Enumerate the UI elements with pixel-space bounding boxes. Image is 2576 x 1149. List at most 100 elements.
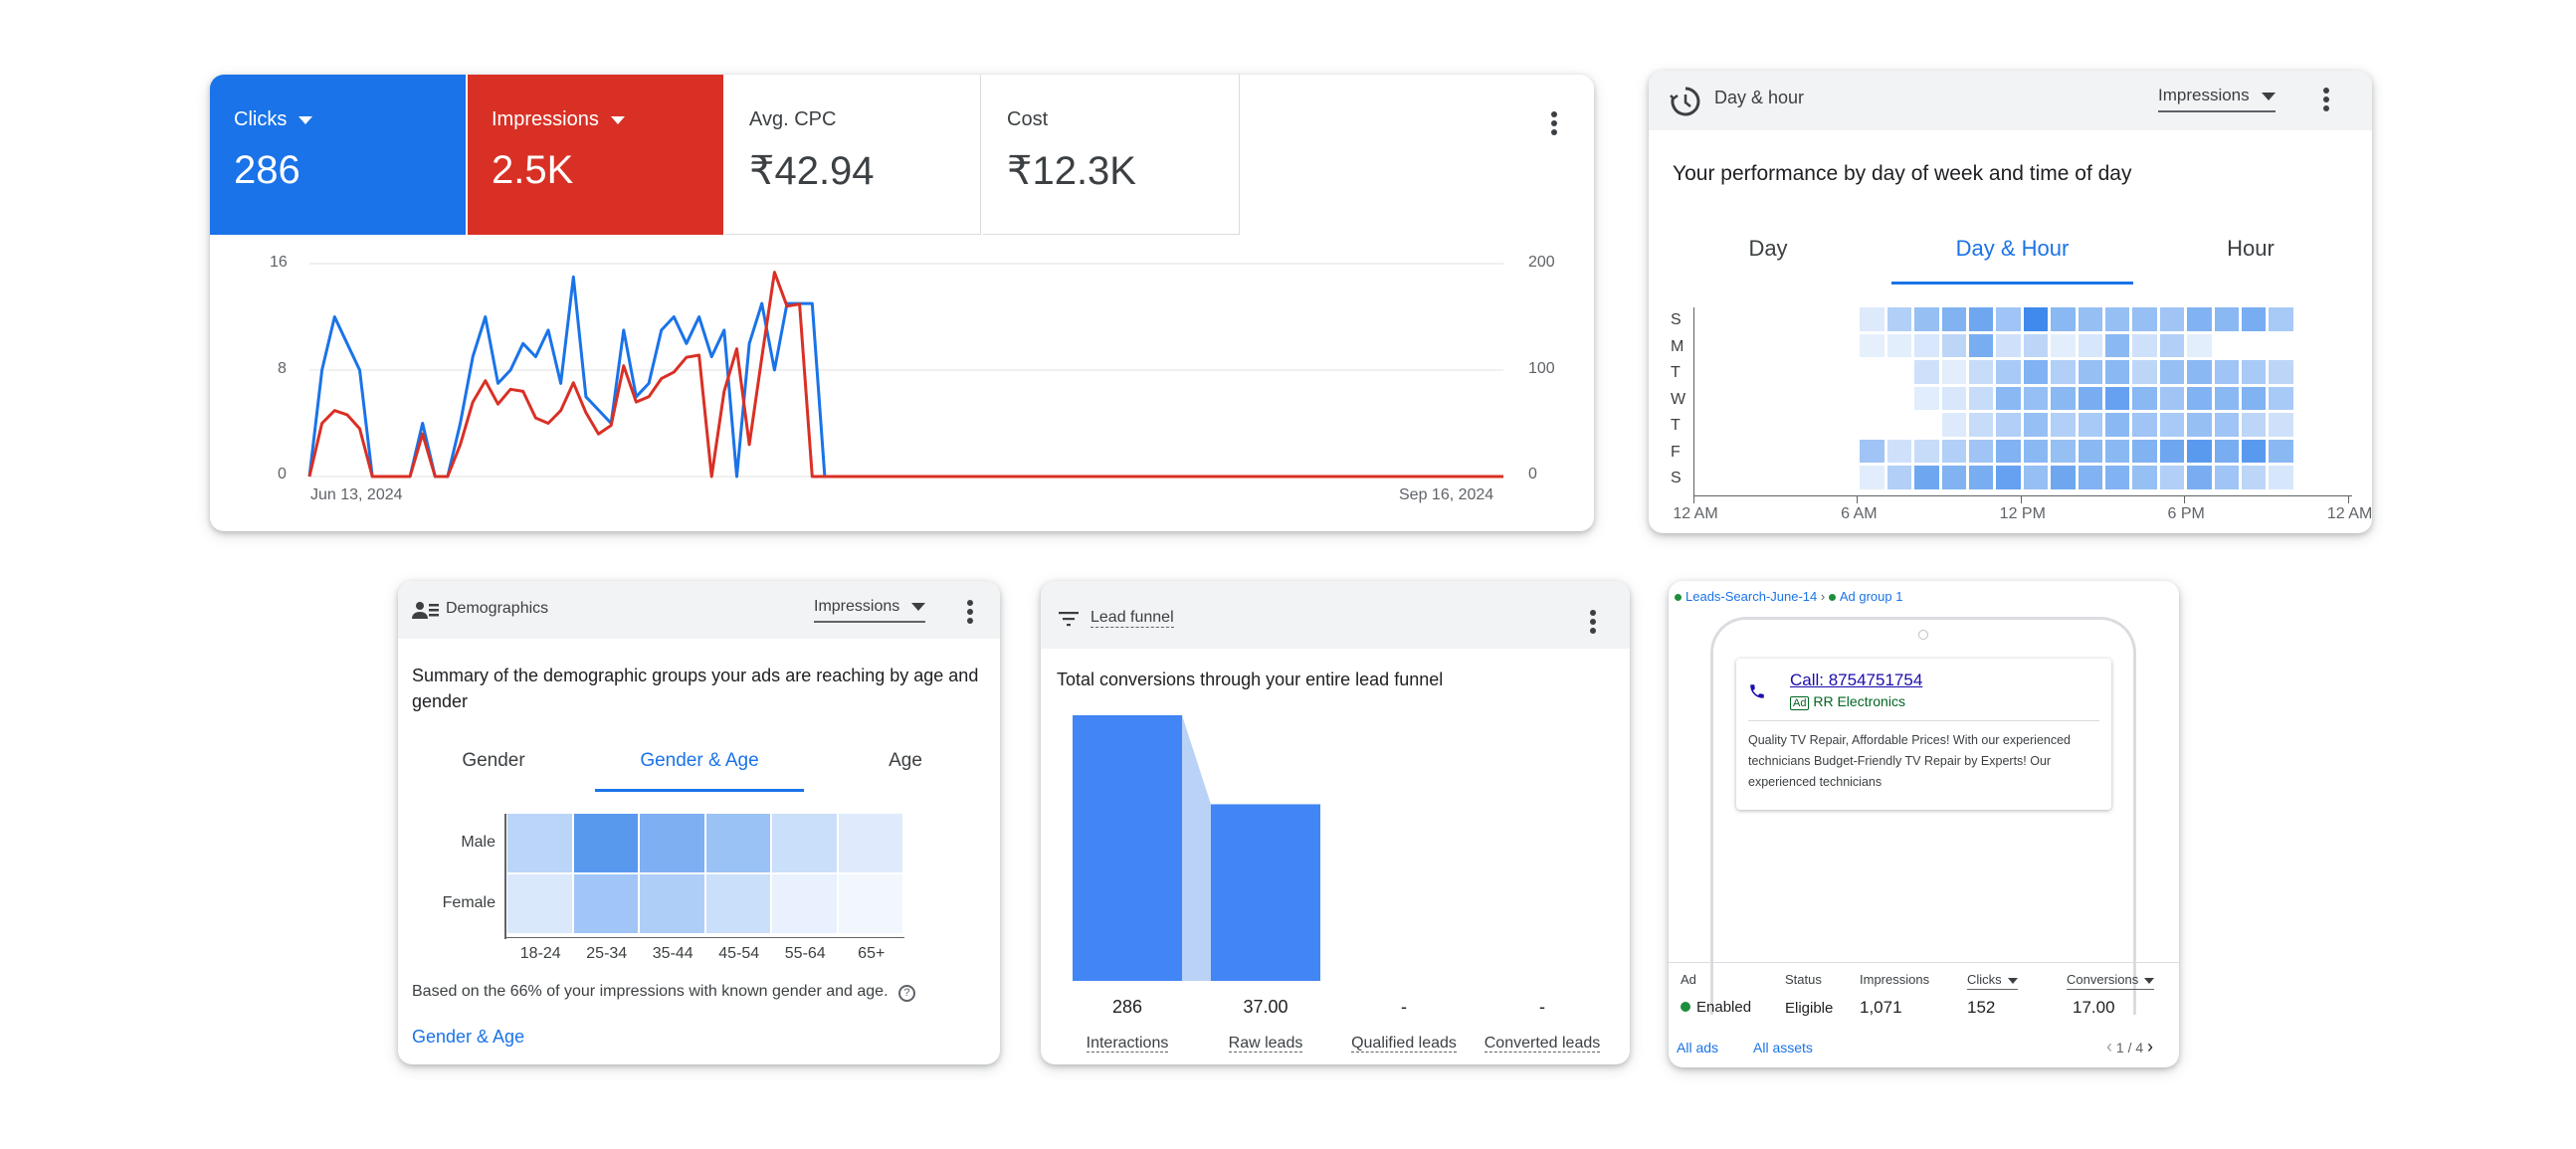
heatmap-cell[interactable]	[2187, 307, 2212, 331]
heatmap-cell[interactable]	[1996, 413, 2021, 437]
heatmap-cell[interactable]	[2132, 307, 2157, 331]
ad-status-enabled[interactable]: Enabled	[1681, 999, 1751, 1016]
heatmap-cell[interactable]	[2051, 333, 2076, 357]
heatmap-cell[interactable]	[2051, 413, 2076, 437]
heatmap-cell[interactable]	[2159, 466, 2185, 489]
funnel-stage-label[interactable]: Qualified leads	[1335, 1035, 1473, 1053]
heatmap-cell[interactable]	[2078, 413, 2102, 437]
funnel-stage-label[interactable]: Raw leads	[1197, 1035, 1334, 1053]
heatmap-cell[interactable]	[1860, 307, 1884, 331]
heatmap-cell[interactable]	[1941, 439, 1966, 463]
heatmap-cell[interactable]	[2051, 307, 2076, 331]
heatmap-cell[interactable]	[1914, 333, 1939, 357]
heatmap-cell[interactable]	[2269, 439, 2293, 463]
heatmap-cell[interactable]	[1886, 307, 1912, 331]
heatmap-cell[interactable]	[1969, 466, 1994, 489]
heatmap-cell[interactable]	[1996, 386, 2021, 410]
heatmap-cell[interactable]	[2187, 439, 2212, 463]
heatmap-cell[interactable]	[1941, 360, 1966, 384]
heatmap-cell[interactable]	[2269, 360, 2293, 384]
heatmap-cell[interactable]	[1886, 466, 1912, 489]
heatmap-cell[interactable]	[2159, 439, 2185, 463]
heatmap-cell[interactable]	[1969, 360, 1994, 384]
heatmap-cell[interactable]	[2214, 439, 2239, 463]
heatmap-cell[interactable]	[1969, 439, 1994, 463]
heatmap-cell[interactable]	[2105, 360, 2130, 384]
heatmap-cell[interactable]	[2159, 386, 2185, 410]
all-assets-link[interactable]: All assets	[1753, 1040, 1813, 1055]
help-icon[interactable]: ?	[897, 985, 915, 1002]
heatmap-cell[interactable]	[507, 874, 572, 933]
heatmap-cell[interactable]	[2132, 386, 2157, 410]
heatmap-cell[interactable]	[2105, 439, 2130, 463]
heatmap-cell[interactable]	[705, 814, 770, 872]
heatmap-cell[interactable]	[573, 874, 638, 933]
heatmap-cell[interactable]	[2023, 333, 2049, 357]
heatmap-cell[interactable]	[2159, 413, 2185, 437]
breadcrumb-ad-group[interactable]: Ad group 1	[1840, 589, 1903, 604]
heatmap-cell[interactable]	[2269, 386, 2293, 410]
heatmap-cell[interactable]	[2214, 466, 2239, 489]
heatmap-cell[interactable]	[2078, 333, 2102, 357]
heatmap-cell[interactable]	[2105, 307, 2130, 331]
heatmap-cell[interactable]	[1914, 466, 1939, 489]
heatmap-cell[interactable]	[1941, 386, 1966, 410]
heatmap-cell[interactable]	[2105, 333, 2130, 357]
heatmap-cell[interactable]	[838, 814, 902, 872]
gender-age-link[interactable]: Gender & Age	[412, 1027, 524, 1048]
funnel-bar[interactable]	[1211, 804, 1320, 981]
heatmap-cell[interactable]	[2159, 360, 2185, 384]
funnel-stage-label[interactable]: Converted leads	[1474, 1035, 1611, 1053]
heatmap-cell[interactable]	[2023, 360, 2049, 384]
heatmap-cell[interactable]	[2132, 466, 2157, 489]
breadcrumb-campaign[interactable]: Leads-Search-June-14	[1685, 589, 1817, 604]
heatmap-cell[interactable]	[2078, 386, 2102, 410]
heatmap-cell[interactable]	[2187, 360, 2212, 384]
heatmap-cell[interactable]	[2269, 466, 2293, 489]
heatmap-cell[interactable]	[1914, 386, 1939, 410]
heatmap-cell[interactable]	[2269, 307, 2293, 331]
heatmap-cell[interactable]	[507, 814, 572, 872]
heatmap-cell[interactable]	[1996, 466, 2021, 489]
chevron-right-icon[interactable]: ›	[2147, 1037, 2153, 1056]
heatmap-cell[interactable]	[2078, 439, 2102, 463]
heatmap-cell[interactable]	[2105, 466, 2130, 489]
heatmap-cell[interactable]	[1860, 439, 1884, 463]
heatmap-cell[interactable]	[1969, 333, 1994, 357]
heatmap-cell[interactable]	[2023, 439, 2049, 463]
heatmap-cell[interactable]	[2242, 360, 2267, 384]
heatmap-cell[interactable]	[2214, 360, 2239, 384]
heatmap-cell[interactable]	[772, 814, 837, 872]
heatmap-cell[interactable]	[2159, 307, 2185, 331]
call-link[interactable]: Call: 8754751754	[1790, 670, 1922, 690]
heatmap-cell[interactable]	[2132, 413, 2157, 437]
heatmap-cell[interactable]	[2214, 307, 2239, 331]
heatmap-cell[interactable]	[1996, 439, 2021, 463]
heatmap-cell[interactable]	[838, 874, 902, 933]
heatmap-cell[interactable]	[2214, 386, 2239, 410]
heatmap-cell[interactable]	[2078, 307, 2102, 331]
heatmap-cell[interactable]	[2105, 413, 2130, 437]
heatmap-cell[interactable]	[705, 874, 770, 933]
heatmap-cell[interactable]	[2023, 466, 2049, 489]
heatmap-cell[interactable]	[2242, 413, 2267, 437]
heatmap-cell[interactable]	[2242, 307, 2267, 331]
heatmap-cell[interactable]	[1886, 333, 1912, 357]
heatmap-cell[interactable]	[2187, 466, 2212, 489]
heatmap-cell[interactable]	[2187, 386, 2212, 410]
heatmap-cell[interactable]	[772, 874, 837, 933]
heatmap-cell[interactable]	[2051, 386, 2076, 410]
heatmap-cell[interactable]	[2051, 360, 2076, 384]
heatmap-cell[interactable]	[640, 874, 704, 933]
heatmap-cell[interactable]	[1886, 439, 1912, 463]
col-header-clicks[interactable]: Clicks	[1967, 972, 2018, 990]
heatmap-cell[interactable]	[1914, 439, 1939, 463]
heatmap-cell[interactable]	[2051, 439, 2076, 463]
heatmap-cell[interactable]	[2078, 360, 2102, 384]
heatmap-cell[interactable]	[2132, 360, 2157, 384]
heatmap-cell[interactable]	[2078, 466, 2102, 489]
heatmap-cell[interactable]	[2159, 333, 2185, 357]
heatmap-cell[interactable]	[2242, 466, 2267, 489]
heatmap-cell[interactable]	[2242, 386, 2267, 410]
heatmap-cell[interactable]	[2023, 307, 2049, 331]
